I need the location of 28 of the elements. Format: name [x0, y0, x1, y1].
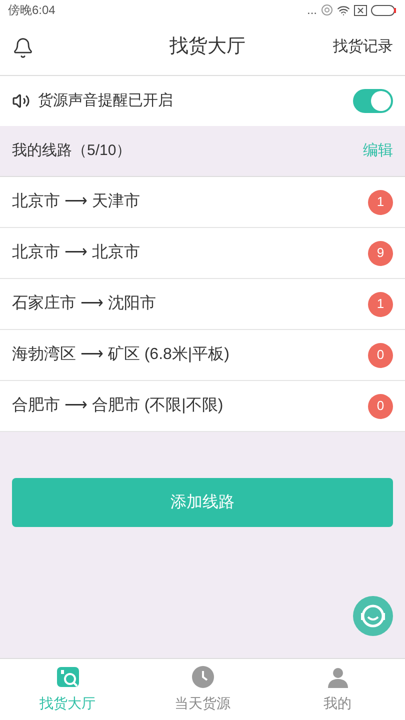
count-badge: 1	[368, 292, 393, 316]
count-badge: 0	[368, 394, 393, 418]
routes-heading: 我的线路（5/10）	[12, 140, 132, 161]
page-title: 找货大厅	[168, 35, 246, 60]
count-badge: 9	[368, 240, 393, 266]
speaker-icon	[12, 92, 30, 110]
wifi-icon	[337, 4, 350, 16]
count-badge: 0	[368, 342, 393, 368]
route-row[interactable]: 石家庄市 ⟶ 沈阳市 1	[0, 279, 405, 330]
sound-toggle[interactable]	[353, 89, 393, 113]
bell-icon[interactable]	[12, 36, 34, 58]
sound-alert-label: 货源声音提醒已开启	[38, 90, 173, 111]
battery-icon	[371, 4, 397, 16]
more-dots: ...	[306, 4, 317, 16]
route-row[interactable]: 海勃湾区 ⟶ 矿区 (6.8米|平板) 0	[0, 330, 405, 381]
sim-icon	[354, 4, 367, 16]
user-icon	[326, 665, 350, 689]
nav-tab[interactable]: 我的	[270, 659, 405, 720]
search-icon	[56, 665, 80, 689]
route-row[interactable]: 北京市 ⟶ 天津市 1	[0, 177, 405, 228]
headset-icon[interactable]	[353, 596, 393, 636]
clock-icon	[190, 665, 214, 689]
route-row[interactable]: 北京市 ⟶ 北京市 9	[0, 228, 405, 279]
route-row[interactable]: 合肥市 ⟶ 合肥市 (不限|不限) 0	[0, 381, 405, 432]
history-link[interactable]: 找货记录	[333, 36, 393, 59]
status-time: 傍晚6:04	[8, 2, 56, 19]
count-badge: 1	[368, 190, 393, 214]
nav-tab[interactable]: 当天货源	[135, 659, 270, 720]
